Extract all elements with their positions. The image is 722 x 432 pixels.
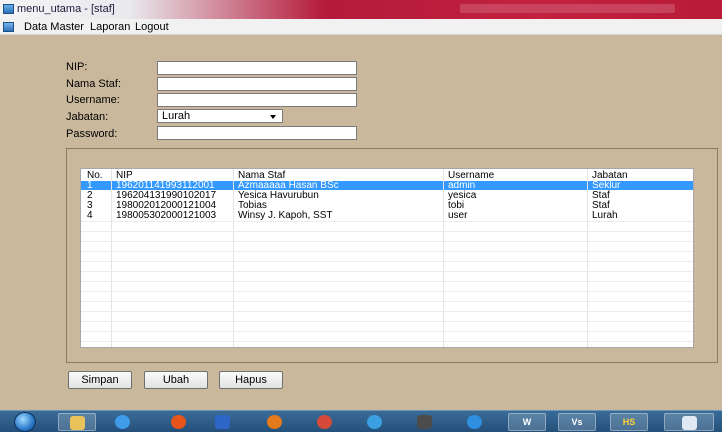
folder-icon — [70, 416, 85, 430]
staf-datagrid[interactable]: No. NIP Nama Staf Username Jabatan 1 196… — [80, 168, 694, 348]
hapus-button[interactable]: Hapus — [219, 371, 283, 389]
app-icon — [467, 415, 482, 429]
taskbar-hs[interactable]: HS — [610, 413, 648, 431]
taskbar-word[interactable]: W — [508, 413, 546, 431]
grid-row-divider — [81, 301, 693, 302]
grid-row-divider — [81, 321, 693, 322]
grid-row-divider — [81, 271, 693, 272]
password-input[interactable] — [157, 126, 357, 140]
menu-laporan[interactable]: Laporan — [90, 21, 130, 33]
jabatan-select[interactable]: Lurah — [157, 109, 283, 123]
chrome-icon — [317, 415, 332, 429]
simpan-button[interactable]: Simpan — [68, 371, 132, 389]
grid-row-divider — [81, 221, 693, 222]
visual-studio-icon: Vs — [571, 417, 583, 427]
cell-no: 4 — [87, 210, 93, 221]
nama-staf-input[interactable] — [157, 77, 357, 91]
taskbar-visual-studio[interactable]: Vs — [558, 413, 596, 431]
table-row[interactable]: 4 198005302000121003 Winsy J. Kapoh, SST… — [81, 210, 693, 221]
taskbar-firefox[interactable] — [256, 413, 294, 431]
menu-data-master[interactable]: Data Master — [24, 21, 84, 33]
grid-row-divider — [81, 251, 693, 252]
title-bar-controls — [460, 4, 675, 13]
firefox-icon — [267, 415, 282, 429]
internet-explorer-icon — [115, 415, 130, 429]
grid-row-divider — [81, 261, 693, 262]
grid-row-divider — [81, 241, 693, 242]
mdi-child-icon[interactable] — [3, 22, 14, 32]
taskbar-media[interactable] — [204, 413, 242, 431]
jabatan-label: Jabatan: — [66, 111, 109, 123]
taskbar-app-3[interactable] — [406, 413, 444, 431]
window-title: menu_utama - [staf] — [17, 3, 115, 15]
media-player-icon — [215, 415, 230, 429]
grid-row-divider — [81, 281, 693, 282]
taskbar-explorer[interactable] — [58, 413, 96, 431]
taskbar: W Vs HS — [0, 410, 722, 432]
cell-nama: Winsy J. Kapoh, SST — [238, 210, 333, 221]
username-label: Username: — [66, 94, 120, 106]
taskbar-menu-utama[interactable] — [664, 413, 714, 431]
grid-row-divider — [81, 231, 693, 232]
nip-input[interactable] — [157, 61, 357, 75]
password-label: Password: — [66, 128, 118, 140]
table-row[interactable]: 2 196204131990102017 Yesica Havurubun ye… — [81, 190, 693, 201]
table-row[interactable]: 3 198002012000121004 Tobias tobi Staf — [81, 200, 693, 211]
table-row[interactable]: 1 196201141993112001 Azmaaaaa Hasan BSc … — [81, 180, 693, 191]
menu-logout[interactable]: Logout — [135, 21, 169, 33]
grid-row-divider — [81, 311, 693, 312]
ubah-button[interactable]: Ubah — [144, 371, 208, 389]
window-icon — [682, 416, 697, 430]
taskbar-app-2[interactable] — [356, 413, 394, 431]
film-icon — [417, 415, 432, 429]
nama-staf-label: Nama Staf: — [66, 78, 122, 90]
cell-jabatan: Lurah — [592, 210, 618, 221]
word-icon: W — [522, 417, 532, 427]
username-input[interactable] — [157, 93, 357, 107]
cell-username: user — [448, 210, 468, 221]
cell-nip: 198005302000121003 — [116, 210, 217, 221]
taskbar-app-4[interactable] — [456, 413, 494, 431]
title-bar: menu_utama - [staf] — [0, 0, 722, 19]
taskbar-ie[interactable] — [104, 413, 142, 431]
grid-row-divider — [81, 341, 693, 342]
jabatan-selected-value: Lurah — [162, 110, 191, 122]
app-icon — [367, 415, 382, 429]
hs-icon: HS — [622, 417, 636, 427]
browser-icon — [171, 415, 186, 429]
app-icon — [3, 4, 14, 14]
dropdown-arrow-icon[interactable] — [270, 115, 276, 119]
taskbar-app[interactable] — [160, 413, 198, 431]
nip-label: NIP: — [66, 61, 88, 73]
start-button-icon[interactable] — [14, 412, 36, 432]
grid-row-divider — [81, 331, 693, 332]
taskbar-chrome[interactable] — [306, 413, 344, 431]
menu-bar: Data Master Laporan Logout — [0, 19, 722, 35]
grid-row-divider — [81, 291, 693, 292]
